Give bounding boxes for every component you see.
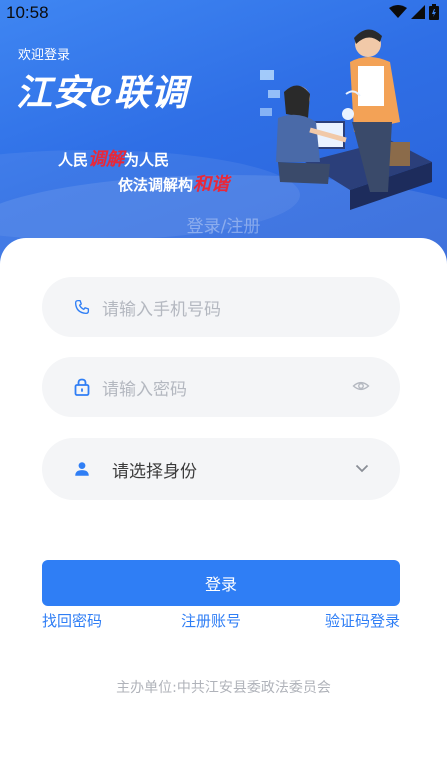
slogan-line-1: 人民调解为人民	[58, 145, 169, 171]
slogan-highlight: 和谐	[193, 174, 230, 195]
chevron-down-icon[interactable]	[354, 460, 370, 480]
signal-icon	[411, 5, 425, 19]
wifi-icon	[389, 5, 407, 18]
identity-select-label: 请选择身份	[112, 461, 197, 482]
phone-field[interactable]: 请输入手机号码	[42, 277, 400, 337]
register-link[interactable]: 注册账号	[181, 610, 241, 631]
mediation-illustration	[260, 29, 432, 210]
slogan-line-2: 依法调解构和谐	[118, 170, 229, 196]
user-icon	[72, 459, 92, 479]
status-time: 10:58	[6, 3, 49, 22]
status-icons	[389, 4, 439, 20]
login-register-tabs[interactable]: 登录/注册	[0, 212, 447, 237]
forgot-password-link[interactable]: 找回密码	[42, 610, 102, 631]
slogan-text: 为人民	[124, 151, 170, 169]
eye-icon[interactable]	[352, 377, 370, 399]
status-bar: 10:58	[0, 0, 447, 26]
auth-links: 找回密码 注册账号 验证码登录	[42, 610, 400, 632]
header-banner: 欢迎登录 江安e联调 人民调解为人民 依法调解构和谐 登录/注册	[0, 0, 447, 270]
slogan-text: 人民	[58, 151, 89, 169]
battery-icon	[429, 4, 439, 20]
sms-login-link[interactable]: 验证码登录	[325, 610, 400, 631]
login-button[interactable]: 登录	[42, 560, 400, 606]
identity-select[interactable]: 请选择身份	[42, 438, 400, 500]
slogan-text: 依法调解构	[118, 176, 194, 194]
sponsor-text: 主办单位:中共江安县委政法委员会	[116, 680, 331, 696]
lock-icon	[72, 377, 92, 397]
password-field[interactable]: 请输入密码	[42, 357, 400, 417]
phone-input[interactable]: 请输入手机号码	[102, 295, 221, 320]
app-title: 江安e联调	[16, 72, 188, 114]
password-input[interactable]: 请输入密码	[102, 375, 187, 400]
welcome-text: 欢迎登录	[18, 48, 71, 63]
slogan-highlight: 调解	[88, 149, 125, 170]
phone-icon	[72, 297, 92, 317]
